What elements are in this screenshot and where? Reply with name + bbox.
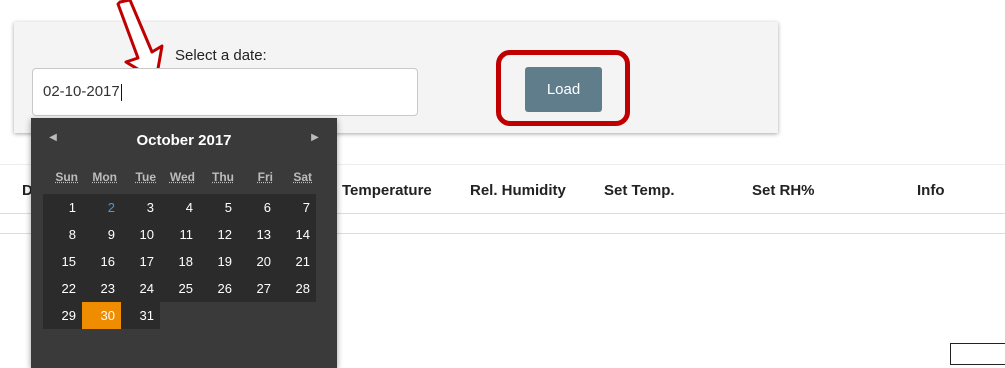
day-cell[interactable]: 29 xyxy=(43,302,82,329)
day-cell-selected[interactable]: 30 xyxy=(82,302,121,329)
day-cell-empty xyxy=(238,302,277,329)
weekday-tue: Tue xyxy=(135,170,156,184)
day-cell[interactable]: 22 xyxy=(43,275,82,302)
datepicker-popup: ◀ October 2017 ▶ Sun Mon Tue Wed Thu Fri… xyxy=(31,118,337,368)
weekday-thu: Thu xyxy=(212,170,234,184)
day-cell[interactable]: 23 xyxy=(82,275,121,302)
date-input[interactable]: 02-10-2017 xyxy=(32,68,418,116)
day-cell[interactable]: 18 xyxy=(160,248,199,275)
day-cell[interactable]: 25 xyxy=(160,275,199,302)
week-row: 29 30 31 xyxy=(43,302,331,329)
day-cell[interactable]: 13 xyxy=(238,221,277,248)
day-cell[interactable]: 3 xyxy=(121,194,160,221)
next-month-icon[interactable]: ▶ xyxy=(305,128,325,148)
day-cell[interactable]: 7 xyxy=(277,194,316,221)
day-cell[interactable]: 12 xyxy=(199,221,238,248)
day-cell[interactable]: 16 xyxy=(82,248,121,275)
day-cell[interactable]: 24 xyxy=(121,275,160,302)
corner-box xyxy=(950,343,1005,365)
day-cell[interactable]: 27 xyxy=(238,275,277,302)
weekday-fri: Fri xyxy=(257,170,273,184)
day-cell[interactable]: 31 xyxy=(121,302,160,329)
day-cell[interactable]: 17 xyxy=(121,248,160,275)
week-row: 22 23 24 25 26 27 28 xyxy=(43,275,331,302)
day-cell[interactable]: 21 xyxy=(277,248,316,275)
week-row: 1 2 3 4 5 6 7 xyxy=(43,194,331,221)
column-header-rel-humidity[interactable]: Rel. Humidity xyxy=(470,182,566,199)
day-cell[interactable]: 11 xyxy=(160,221,199,248)
weekday-mon: Mon xyxy=(92,170,117,184)
day-cell-empty xyxy=(160,302,199,329)
day-cell[interactable]: 8 xyxy=(43,221,82,248)
day-cell[interactable]: 1 xyxy=(43,194,82,221)
day-cell[interactable]: 6 xyxy=(238,194,277,221)
day-cell[interactable]: 10 xyxy=(121,221,160,248)
day-cell[interactable]: 19 xyxy=(199,248,238,275)
day-cell[interactable]: 4 xyxy=(160,194,199,221)
day-cell[interactable]: 14 xyxy=(277,221,316,248)
column-header-set-rh[interactable]: Set RH% xyxy=(752,182,815,199)
weekday-header-row: Sun Mon Tue Wed Thu Fri Sat xyxy=(43,164,331,194)
load-highlight-box xyxy=(496,50,630,126)
date-input-value: 02-10-2017 xyxy=(43,83,120,100)
day-cell-empty xyxy=(277,302,316,329)
day-cell[interactable]: 15 xyxy=(43,248,82,275)
text-caret xyxy=(120,83,122,101)
day-cell-today[interactable]: 2 xyxy=(82,194,121,221)
day-cell[interactable]: 28 xyxy=(277,275,316,302)
column-header-info[interactable]: Info xyxy=(917,182,945,199)
weekday-sat: Sat xyxy=(293,170,312,184)
weekday-wed: Wed xyxy=(169,170,195,184)
datepicker-grid: Sun Mon Tue Wed Thu Fri Sat 1 2 3 4 5 6 … xyxy=(43,164,331,329)
week-row: 15 16 17 18 19 20 21 xyxy=(43,248,331,275)
week-row: 8 9 10 11 12 13 14 xyxy=(43,221,331,248)
day-cell[interactable]: 5 xyxy=(199,194,238,221)
day-cell[interactable]: 26 xyxy=(199,275,238,302)
day-cell[interactable]: 9 xyxy=(82,221,121,248)
column-header-temperature[interactable]: Temperature xyxy=(342,182,432,199)
day-cell-empty xyxy=(199,302,238,329)
column-header-set-temp[interactable]: Set Temp. xyxy=(604,182,675,199)
day-cell[interactable]: 20 xyxy=(238,248,277,275)
datepicker-month-title[interactable]: October 2017 xyxy=(31,132,337,149)
select-date-label: Select a date: xyxy=(175,47,267,64)
weekday-sun: Sun xyxy=(55,170,78,184)
